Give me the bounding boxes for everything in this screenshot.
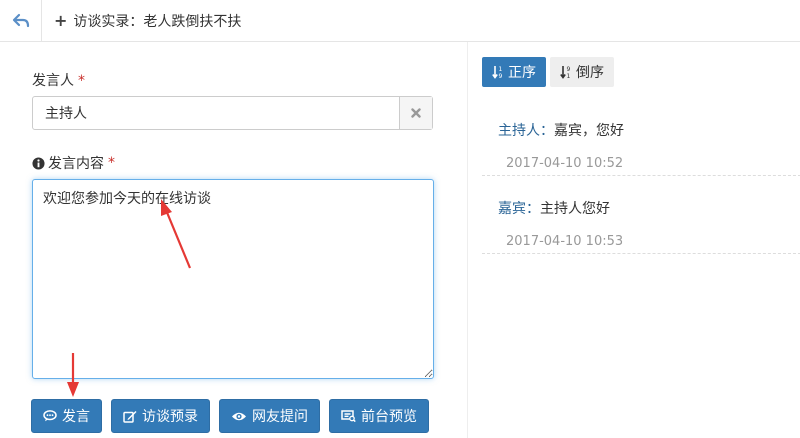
- speak-button-label: 发言: [62, 409, 90, 425]
- sort-desc-icon: 9 1: [560, 66, 571, 79]
- clear-speaker-button[interactable]: [399, 97, 432, 129]
- record-button-label: 访谈预录: [142, 409, 198, 425]
- message-line: 嘉宾：主持人您好: [498, 198, 610, 218]
- sort-desc-button[interactable]: 9 1 倒序: [550, 57, 614, 87]
- back-button[interactable]: [0, 0, 42, 41]
- required-mark: *: [108, 155, 115, 171]
- record-button[interactable]: 访谈预录: [111, 399, 210, 433]
- content-label-text: 发言内容: [48, 156, 104, 172]
- sort-toggle: 1 9 正序 9 1 倒序: [482, 57, 614, 87]
- svg-text:1: 1: [499, 66, 503, 73]
- plus-icon: +: [54, 11, 68, 30]
- speech-form: 发言人* 发言内容* 欢迎您参加今天的在线访谈 发言: [0, 42, 462, 438]
- sort-asc-label: 正序: [508, 65, 536, 81]
- svg-text:9: 9: [499, 73, 503, 79]
- message-line: 主持人：嘉宾，您好: [498, 120, 624, 140]
- message-item: 嘉宾：主持人您好 2017-04-10 10:53: [482, 176, 800, 254]
- message-panel: 1 9 正序 9 1 倒序 主持人：嘉宾，您好 2017-04-10 10:52…: [467, 42, 800, 438]
- clear-icon: [411, 108, 421, 118]
- speaker-label-text: 发言人: [32, 73, 74, 89]
- message-text: 嘉宾，您好: [554, 123, 624, 139]
- content-label: 发言内容 *: [32, 153, 115, 173]
- questions-button[interactable]: 网友提问: [219, 399, 320, 433]
- preview-icon: [341, 410, 356, 422]
- action-buttons: 发言 访谈预录 网友提问 前台预览: [31, 399, 429, 433]
- message-time: 2017-04-10 10:52: [506, 156, 624, 171]
- sort-asc-icon: 1 9: [492, 66, 503, 79]
- questions-button-label: 网友提问: [252, 409, 308, 425]
- message-text: 主持人您好: [540, 201, 610, 217]
- svg-text:9: 9: [567, 66, 571, 73]
- comment-icon: [43, 410, 57, 422]
- sort-asc-button[interactable]: 1 9 正序: [482, 57, 546, 87]
- top-bar: + 访谈实录：老人跌倒扶不扶: [0, 0, 800, 42]
- speaker-input[interactable]: [33, 97, 399, 129]
- speak-button[interactable]: 发言: [31, 399, 102, 433]
- svg-text:1: 1: [567, 73, 571, 79]
- message-speaker[interactable]: 嘉宾：: [498, 201, 540, 217]
- sort-desc-label: 倒序: [576, 65, 604, 81]
- preview-button-label: 前台预览: [361, 409, 417, 425]
- info-icon: [32, 156, 45, 170]
- required-mark: *: [78, 73, 85, 89]
- content-textarea[interactable]: 欢迎您参加今天的在线访谈: [32, 179, 434, 379]
- eye-icon: [232, 412, 246, 420]
- edit-icon: [123, 410, 137, 423]
- message-item: 主持人：嘉宾，您好 2017-04-10 10:52: [482, 98, 800, 176]
- page-title-text: 访谈实录：老人跌倒扶不扶: [73, 13, 242, 30]
- preview-button[interactable]: 前台预览: [329, 399, 429, 433]
- message-speaker[interactable]: 主持人：: [498, 123, 554, 139]
- back-arrow-icon: [12, 13, 29, 27]
- message-time: 2017-04-10 10:53: [506, 234, 624, 249]
- page-title: + 访谈实录：老人跌倒扶不扶: [54, 0, 241, 41]
- speaker-label: 发言人 *: [32, 70, 85, 90]
- speaker-field: [32, 96, 433, 130]
